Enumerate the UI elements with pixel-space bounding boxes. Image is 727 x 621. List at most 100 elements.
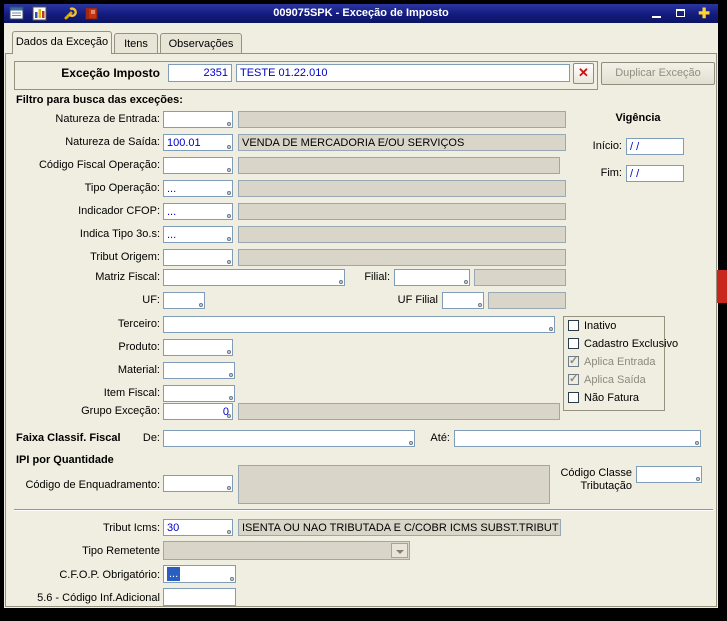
- vigencia-title: Vigência: [615, 112, 661, 124]
- tribut-icms-label: Tribut Icms:: [102, 522, 160, 534]
- nao-fatura-checkbox[interactable]: [568, 392, 579, 403]
- aplica-entrada-checkbox: ✓: [568, 355, 579, 367]
- exception-description-input[interactable]: TESTE 01.22.010: [236, 64, 570, 82]
- natureza-entrada-label: Natureza de Entrada:: [55, 113, 160, 125]
- tab-itens[interactable]: Itens: [114, 33, 158, 53]
- natureza-saida-description: VENDA DE MERCADORIA E/OU SERVIÇOS: [238, 134, 566, 151]
- report-icon[interactable]: [9, 6, 24, 21]
- codigo-fiscal-operacao-description: [238, 157, 560, 174]
- produto-label: Produto:: [118, 341, 160, 353]
- tribut-origem-label: Tribut Origem:: [90, 251, 160, 263]
- vigencia-inicio-input[interactable]: / /: [626, 138, 684, 155]
- x-icon: ✕: [578, 65, 589, 80]
- grupo-excecao-description: [238, 403, 560, 420]
- tipo-operacao-label: Tipo Operação:: [84, 182, 160, 194]
- app-window: 009075SPK - Exceção de Imposto ✚ Dados d…: [4, 4, 718, 608]
- delete-button[interactable]: ✕: [573, 63, 594, 84]
- minimize-button[interactable]: [650, 7, 664, 20]
- uf-filial-input[interactable]: [442, 292, 484, 309]
- matriz-fiscal-input[interactable]: [163, 269, 345, 286]
- material-input[interactable]: [163, 362, 235, 379]
- inativo-checkbox[interactable]: [568, 320, 579, 331]
- terceiro-label: Terceiro:: [117, 318, 160, 330]
- tribut-icms-description: ISENTA OU NAO TRIBUTADA E C/COBR ICMS SU…: [238, 519, 561, 536]
- chevron-down-icon: [391, 543, 408, 558]
- faixa-de-label: De:: [142, 432, 160, 444]
- tribut-origem-input[interactable]: [163, 249, 233, 266]
- add-window-button[interactable]: ✚: [698, 6, 710, 20]
- tipo-operacao-description: [238, 180, 566, 197]
- uf-label: UF:: [142, 294, 160, 306]
- vigencia-fim-label: Fim:: [600, 167, 622, 179]
- separator: [14, 509, 713, 511]
- duplicate-exception-button[interactable]: Duplicar Exceção: [601, 62, 715, 85]
- filter-section-title: Filtro para busca das exceções:: [16, 94, 183, 106]
- classe-label-line1: Código Classe: [560, 467, 632, 479]
- natureza-entrada-input[interactable]: [163, 111, 233, 128]
- aplica-saida-checkbox: ✓: [568, 373, 579, 385]
- window-controls: ✚: [650, 6, 710, 20]
- natureza-saida-input[interactable]: 100.01: [163, 134, 233, 151]
- cfop-obrigatorio-input[interactable]: ...: [163, 565, 236, 583]
- indica-tipo-3os-description: [238, 226, 566, 243]
- indicador-cfop-input[interactable]: ...: [163, 203, 233, 220]
- enquadramento-description: [238, 465, 550, 504]
- enquadramento-label: Código de Enquadramento:: [25, 479, 160, 491]
- tab-dados-da-excecao[interactable]: Dados da Exceção: [12, 31, 112, 54]
- grupo-excecao-label: Grupo Exceção:: [81, 405, 160, 417]
- tab-observacoes[interactable]: Observações: [160, 33, 242, 53]
- indicador-cfop-description: [238, 203, 566, 220]
- tipo-operacao-input[interactable]: ...: [163, 180, 233, 197]
- natureza-saida-label: Natureza de Saída:: [65, 136, 160, 148]
- tribut-icms-input[interactable]: 30: [163, 519, 233, 536]
- book-icon[interactable]: [84, 6, 99, 21]
- codigo-fiscal-operacao-input[interactable]: [163, 157, 233, 174]
- grupo-excecao-input[interactable]: 0: [163, 403, 233, 420]
- chart-icon[interactable]: [32, 6, 47, 21]
- nao-fatura-label: Não Fatura: [584, 392, 640, 404]
- item-fiscal-input[interactable]: [163, 385, 235, 402]
- maximize-button[interactable]: [674, 7, 688, 20]
- faixa-ate-input[interactable]: [454, 430, 701, 447]
- produto-input[interactable]: [163, 339, 233, 356]
- indicador-cfop-label: Indicador CFOP:: [78, 205, 160, 217]
- item-fiscal-label: Item Fiscal:: [103, 387, 160, 399]
- filial-label: Filial:: [364, 271, 390, 283]
- title-bar: 009075SPK - Exceção de Imposto ✚: [4, 4, 718, 23]
- exception-code-input[interactable]: 2351: [168, 64, 232, 82]
- terceiro-input[interactable]: [163, 316, 555, 333]
- filial-input[interactable]: [394, 269, 470, 286]
- selected-text: ...: [167, 567, 181, 581]
- tipo-remetente-value: [164, 546, 167, 558]
- natureza-entrada-description: [238, 111, 566, 128]
- wrench-icon[interactable]: [63, 6, 78, 21]
- uf-input[interactable]: [163, 292, 205, 309]
- filial-description: [474, 269, 566, 286]
- vigencia-fim-input[interactable]: / /: [626, 165, 684, 182]
- codigo-inf-adicional-label: 5.6 - Código Inf.Adicional: [37, 592, 160, 604]
- titlebar-icons: [9, 6, 99, 21]
- enquadramento-input[interactable]: [163, 475, 233, 492]
- indica-tipo-3os-label: Indica Tipo 3o.s:: [79, 228, 160, 240]
- uf-filial-description: [488, 292, 566, 309]
- aplica-saida-label: Aplica Saída: [584, 374, 646, 386]
- codigo-inf-adicional-input[interactable]: [163, 588, 236, 606]
- classe-tributacao-input[interactable]: [636, 466, 702, 483]
- vigencia-inicio-label: Início:: [592, 140, 622, 152]
- tipo-remetente-select[interactable]: [163, 541, 410, 560]
- cadastro-exclusivo-checkbox[interactable]: [568, 338, 579, 349]
- matriz-fiscal-label: Matriz Fiscal:: [95, 271, 160, 283]
- classe-tributacao-label: Código Classe Tributação: [548, 467, 632, 493]
- tribut-origem-description: [238, 249, 566, 266]
- indica-tipo-3os-input[interactable]: ...: [163, 226, 233, 243]
- cfop-obrigatorio-label: C.F.O.P. Obrigatório:: [59, 569, 160, 581]
- faixa-de-input[interactable]: [163, 430, 415, 447]
- check-icon: ✓: [569, 355, 579, 367]
- inativo-label: Inativo: [584, 320, 617, 332]
- classe-label-line2: Tributação: [580, 480, 632, 492]
- exception-label: Exceção Imposto: [61, 66, 160, 80]
- check-icon: ✓: [569, 373, 579, 385]
- material-label: Material:: [117, 364, 160, 376]
- tipo-remetente-label: Tipo Remetente: [82, 545, 160, 557]
- edge-marker: [717, 270, 727, 303]
